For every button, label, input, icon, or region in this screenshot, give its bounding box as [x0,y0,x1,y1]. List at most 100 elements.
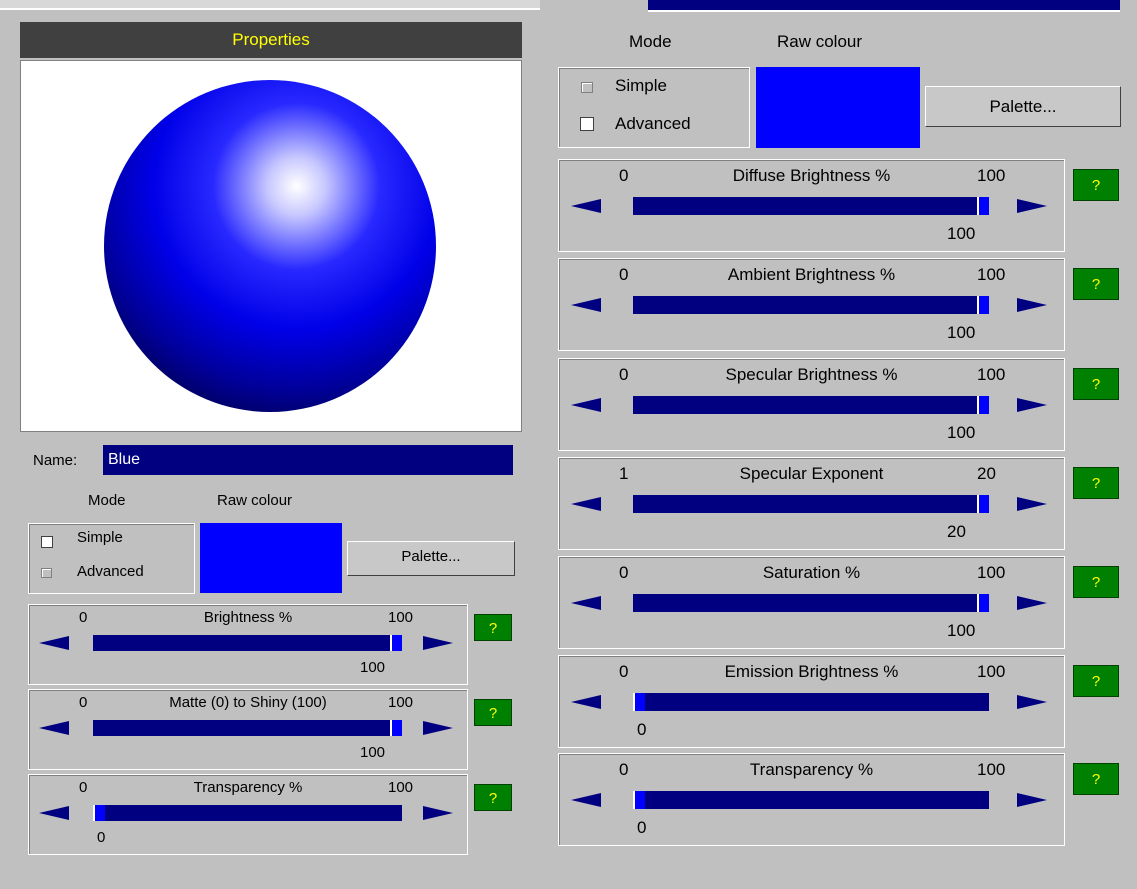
slider-value: 0 [637,720,647,739]
slider-right-arrow-icon[interactable] [423,806,453,820]
left-simple-checkbox[interactable] [41,536,53,548]
slider-right-arrow-icon[interactable] [1017,695,1047,709]
sphere-preview [20,60,522,432]
slider-track[interactable] [633,296,989,314]
slider-max-label: 100 [388,694,414,711]
left-advanced-label: Advanced [77,563,144,580]
right-help-button-4[interactable]: ? [1073,566,1119,598]
left-raw-colour-label: Raw colour [217,492,293,509]
top-title-bar [648,0,1120,12]
right-slider-6: 0 Transparency % 100 0 [558,753,1065,846]
slider-left-arrow-icon[interactable] [39,806,69,820]
slider-thumb[interactable] [390,720,402,736]
slider-max-label: 100 [977,166,1006,185]
slider-right-arrow-icon[interactable] [1017,398,1047,412]
slider-max-label: 100 [977,265,1006,284]
slider-track[interactable] [633,396,989,414]
slider-right-arrow-icon[interactable] [1017,199,1047,213]
slider-track[interactable] [633,791,989,809]
slider-track[interactable] [633,594,989,612]
slider-value: 100 [947,323,976,342]
slider-right-arrow-icon[interactable] [1017,596,1047,610]
slider-thumb[interactable] [633,791,645,809]
slider-thumb[interactable] [977,296,989,314]
left-slider-1: 0 Matte (0) to Shiny (100) 100 100 [28,689,468,770]
slider-left-arrow-icon[interactable] [39,636,69,650]
slider-thumb[interactable] [977,197,989,215]
left-help-button-1[interactable]: ? [474,699,512,726]
right-simple-checkbox[interactable] [581,82,593,93]
slider-track[interactable] [93,635,402,651]
left-simple-label: Simple [77,529,123,546]
slider-left-arrow-icon[interactable] [571,298,601,312]
slider-value: 100 [360,744,386,761]
right-help-button-3[interactable]: ? [1073,467,1119,499]
left-help-button-0[interactable]: ? [474,614,512,641]
slider-value: 100 [947,423,976,442]
slider-track[interactable] [93,805,402,821]
slider-value: 100 [360,659,386,676]
slider-max-label: 100 [977,365,1006,384]
name-label: Name: [33,452,78,469]
slider-left-arrow-icon[interactable] [571,398,601,412]
slider-max-label: 100 [977,760,1006,779]
slider-track[interactable] [633,495,989,513]
right-raw-colour-swatch[interactable] [756,67,920,148]
slider-max-label: 100 [977,563,1006,582]
right-help-button-6[interactable]: ? [1073,763,1119,795]
left-slider-0: 0 Brightness % 100 100 [28,604,468,685]
slider-right-arrow-icon[interactable] [1017,793,1047,807]
right-slider-4: 0 Saturation % 100 100 [558,556,1065,649]
slider-thumb[interactable] [977,594,989,612]
left-palette-button[interactable]: Palette... [347,541,515,576]
right-mode-group: Simple Advanced [558,67,750,148]
slider-track[interactable] [633,693,989,711]
slider-thumb[interactable] [633,693,645,711]
right-help-button-0[interactable]: ? [1073,169,1119,201]
slider-track[interactable] [633,197,989,215]
slider-track[interactable] [93,720,402,736]
name-input[interactable]: Blue [103,445,513,475]
slider-left-arrow-icon[interactable] [39,721,69,735]
right-simple-label: Simple [615,76,667,95]
right-help-button-2[interactable]: ? [1073,368,1119,400]
slider-thumb[interactable] [93,805,105,821]
right-slider-2: 0 Specular Brightness % 100 100 [558,358,1065,451]
slider-left-arrow-icon[interactable] [571,695,601,709]
slider-thumb[interactable] [390,635,402,651]
right-advanced-checkbox[interactable] [580,117,594,131]
slider-value: 0 [637,818,647,837]
right-slider-3: 1 Specular Exponent 20 20 [558,457,1065,550]
slider-thumb[interactable] [977,495,989,513]
right-mode-label: Mode [629,32,672,51]
slider-max-label: 100 [388,779,414,796]
slider-left-arrow-icon[interactable] [571,199,601,213]
right-help-button-1[interactable]: ? [1073,268,1119,300]
slider-right-arrow-icon[interactable] [423,636,453,650]
slider-value: 0 [97,829,106,846]
right-help-button-5[interactable]: ? [1073,665,1119,697]
right-raw-colour-label: Raw colour [777,32,863,51]
right-slider-0: 0 Diffuse Brightness % 100 100 [558,159,1065,252]
right-advanced-label: Advanced [615,114,691,133]
slider-max-label: 100 [977,662,1006,681]
top-divider [0,0,540,10]
slider-max-label: 20 [977,464,996,483]
slider-value: 20 [947,522,966,541]
slider-right-arrow-icon[interactable] [423,721,453,735]
sphere-preview-svg [104,80,436,412]
left-raw-colour-swatch[interactable] [200,523,342,593]
slider-thumb[interactable] [977,396,989,414]
slider-value: 100 [947,224,976,243]
slider-right-arrow-icon[interactable] [1017,298,1047,312]
slider-right-arrow-icon[interactable] [1017,497,1047,511]
right-slider-5: 0 Emission Brightness % 100 0 [558,655,1065,748]
slider-left-arrow-icon[interactable] [571,497,601,511]
properties-header: Properties [20,22,522,58]
right-palette-button[interactable]: Palette... [925,86,1121,127]
slider-left-arrow-icon[interactable] [571,793,601,807]
left-advanced-checkbox[interactable] [41,568,52,578]
slider-left-arrow-icon[interactable] [571,596,601,610]
sphere [104,80,436,412]
left-help-button-2[interactable]: ? [474,784,512,811]
